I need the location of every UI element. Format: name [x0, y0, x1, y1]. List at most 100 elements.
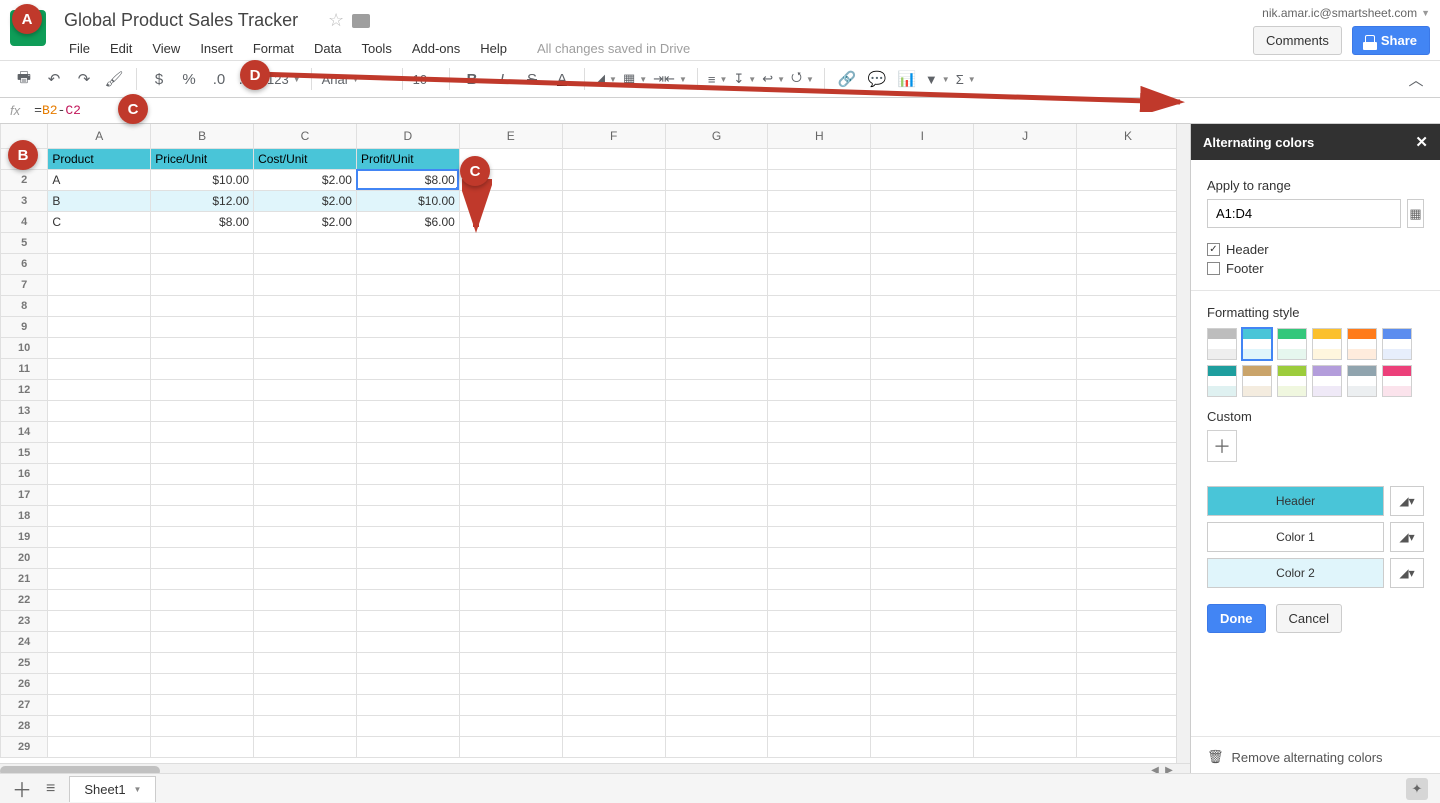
- cell[interactable]: [768, 190, 871, 211]
- cell[interactable]: [974, 442, 1077, 463]
- cell[interactable]: [871, 253, 974, 274]
- row-head[interactable]: 27: [1, 694, 48, 715]
- cell[interactable]: [768, 652, 871, 673]
- cell[interactable]: [1077, 274, 1180, 295]
- all-sheets-button[interactable]: ≡: [46, 780, 55, 798]
- cell[interactable]: [356, 610, 459, 631]
- cell[interactable]: [871, 337, 974, 358]
- share-button[interactable]: Share: [1352, 26, 1430, 55]
- cell[interactable]: [356, 253, 459, 274]
- cell[interactable]: [48, 295, 151, 316]
- add-sheet-button[interactable]: ＋: [12, 774, 32, 803]
- cell[interactable]: [48, 673, 151, 694]
- cell[interactable]: [356, 358, 459, 379]
- cell[interactable]: [562, 211, 665, 232]
- row-head[interactable]: 6: [1, 253, 48, 274]
- cell[interactable]: $2.00: [254, 190, 357, 211]
- cell[interactable]: [871, 442, 974, 463]
- cell[interactable]: [254, 421, 357, 442]
- row-head[interactable]: 20: [1, 547, 48, 568]
- cell[interactable]: [768, 673, 871, 694]
- cell[interactable]: [871, 673, 974, 694]
- cell[interactable]: [254, 589, 357, 610]
- cell[interactable]: [665, 421, 768, 442]
- row-head[interactable]: 18: [1, 505, 48, 526]
- cell[interactable]: [562, 631, 665, 652]
- cell[interactable]: [974, 148, 1077, 169]
- cell[interactable]: [48, 274, 151, 295]
- cell[interactable]: [48, 421, 151, 442]
- cell[interactable]: [356, 232, 459, 253]
- cell[interactable]: [254, 274, 357, 295]
- cell[interactable]: [254, 295, 357, 316]
- cell[interactable]: [151, 610, 254, 631]
- cell[interactable]: [974, 736, 1077, 757]
- cell[interactable]: [1077, 547, 1180, 568]
- cell[interactable]: [871, 568, 974, 589]
- cell[interactable]: [151, 421, 254, 442]
- cell[interactable]: [871, 274, 974, 295]
- row-head[interactable]: 24: [1, 631, 48, 652]
- cell[interactable]: [459, 274, 562, 295]
- row-head[interactable]: 28: [1, 715, 48, 736]
- merge-icon[interactable]: ⇥⇤▼: [653, 71, 687, 87]
- text-color-icon[interactable]: A: [550, 67, 574, 91]
- cell[interactable]: [871, 358, 974, 379]
- cell[interactable]: [151, 589, 254, 610]
- cell[interactable]: [48, 316, 151, 337]
- cell[interactable]: [562, 442, 665, 463]
- cell[interactable]: [974, 253, 1077, 274]
- cell[interactable]: $8.00: [151, 211, 254, 232]
- cell[interactable]: [768, 253, 871, 274]
- row-head[interactable]: 19: [1, 526, 48, 547]
- cell[interactable]: [356, 274, 459, 295]
- cell[interactable]: [562, 505, 665, 526]
- cell[interactable]: [254, 505, 357, 526]
- cell[interactable]: [1077, 169, 1180, 190]
- cell[interactable]: [974, 190, 1077, 211]
- rotate-icon[interactable]: ⭯▼: [791, 68, 814, 90]
- cell[interactable]: [356, 715, 459, 736]
- menu-tools[interactable]: Tools: [352, 37, 400, 60]
- cell[interactable]: [356, 568, 459, 589]
- cell[interactable]: [1077, 400, 1180, 421]
- cell[interactable]: [665, 610, 768, 631]
- cell[interactable]: [768, 484, 871, 505]
- cell[interactable]: [151, 547, 254, 568]
- cell[interactable]: [151, 337, 254, 358]
- cell[interactable]: [562, 610, 665, 631]
- cell[interactable]: [1077, 358, 1180, 379]
- cell[interactable]: [768, 505, 871, 526]
- cell[interactable]: [254, 400, 357, 421]
- row-head[interactable]: 17: [1, 484, 48, 505]
- cell[interactable]: [151, 232, 254, 253]
- cell[interactable]: [151, 526, 254, 547]
- cell[interactable]: [665, 463, 768, 484]
- col-head-b[interactable]: B: [151, 124, 254, 148]
- bold-icon[interactable]: B: [460, 67, 484, 91]
- cell[interactable]: [562, 673, 665, 694]
- style-swatch[interactable]: [1312, 328, 1342, 360]
- cell[interactable]: [459, 190, 562, 211]
- cell[interactable]: [1077, 421, 1180, 442]
- menu-insert[interactable]: Insert: [191, 37, 242, 60]
- cell[interactable]: [871, 148, 974, 169]
- style-swatch[interactable]: [1382, 328, 1412, 360]
- sheet-tab[interactable]: Sheet1 ▼: [69, 776, 156, 802]
- cell[interactable]: [254, 463, 357, 484]
- cell[interactable]: [974, 694, 1077, 715]
- cell[interactable]: [254, 484, 357, 505]
- cell[interactable]: [254, 526, 357, 547]
- cell[interactable]: [562, 190, 665, 211]
- cell[interactable]: [871, 232, 974, 253]
- cell[interactable]: [562, 589, 665, 610]
- cell[interactable]: [48, 463, 151, 484]
- cell[interactable]: [665, 631, 768, 652]
- cell[interactable]: [48, 379, 151, 400]
- row-head[interactable]: 25: [1, 652, 48, 673]
- cell[interactable]: [151, 463, 254, 484]
- row-head[interactable]: 23: [1, 610, 48, 631]
- cell[interactable]: [871, 295, 974, 316]
- col-head-i[interactable]: I: [871, 124, 974, 148]
- italic-icon[interactable]: I: [490, 67, 514, 91]
